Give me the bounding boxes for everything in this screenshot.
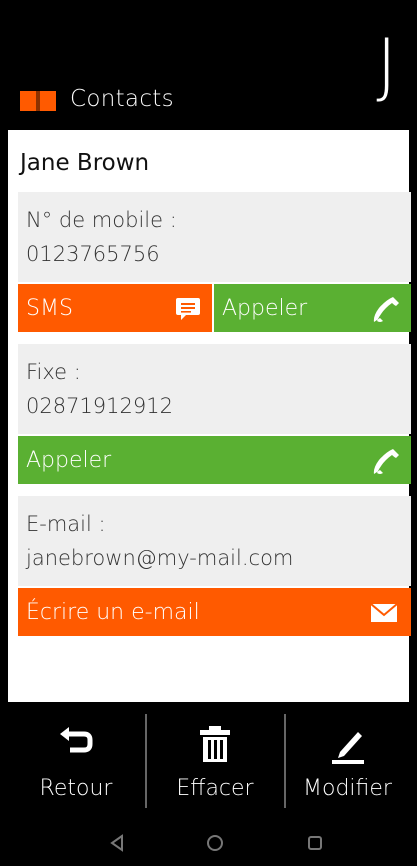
- email-block: E-mail : janebrown@my-mail.com: [18, 496, 411, 586]
- app-header: Contacts J: [8, 0, 409, 130]
- system-nav-bar: [8, 820, 409, 866]
- trash-icon: [200, 726, 230, 762]
- contact-details: Jane Brown N° de mobile : 0123765756 SMS…: [8, 130, 411, 702]
- pencil-icon: [331, 732, 364, 764]
- landline-block: Fixe : 02871912912: [18, 344, 411, 434]
- call-landline-button[interactable]: Appeler: [18, 436, 411, 484]
- sms-button[interactable]: SMS: [18, 284, 212, 332]
- email-address[interactable]: janebrown@my-mail.com: [26, 546, 293, 570]
- contact-name: Jane Brown: [20, 150, 150, 176]
- back-arrow-icon: [60, 727, 93, 753]
- mobile-number[interactable]: 0123765756: [26, 242, 160, 266]
- nav-home-icon[interactable]: [202, 830, 228, 856]
- book-icon: [20, 91, 56, 111]
- nav-recents-icon[interactable]: [302, 830, 328, 856]
- page-title: Contacts: [70, 86, 174, 112]
- phone-screen: Contacts J Jane Brown N° de mobile : 012…: [8, 0, 411, 866]
- phone-icon: [373, 297, 399, 322]
- sms-button-label: SMS: [26, 296, 73, 321]
- edit-label: Modifier: [303, 776, 392, 801]
- write-email-button[interactable]: Écrire un e-mail: [18, 588, 411, 636]
- edit-button[interactable]: Modifier: [286, 702, 409, 820]
- contact-initial: J: [376, 24, 397, 106]
- delete-button[interactable]: Effacer: [147, 702, 283, 820]
- envelope-icon: [370, 603, 398, 622]
- call-mobile-label: Appeler: [222, 296, 308, 321]
- bottom-action-bar: Retour Effacer Modifier: [8, 702, 409, 820]
- back-label: Retour: [39, 776, 113, 801]
- mobile-block: N° de mobile : 0123765756: [18, 192, 411, 282]
- call-mobile-button[interactable]: Appeler: [214, 284, 411, 332]
- write-email-label: Écrire un e-mail: [26, 600, 200, 625]
- nav-back-icon[interactable]: [104, 830, 130, 856]
- landline-number[interactable]: 02871912912: [26, 394, 173, 418]
- back-button[interactable]: Retour: [8, 702, 144, 820]
- call-landline-label: Appeler: [26, 448, 112, 473]
- phone-icon: [373, 449, 399, 474]
- landline-label: Fixe :: [26, 360, 81, 384]
- mobile-label: N° de mobile :: [26, 208, 177, 232]
- email-label: E-mail :: [26, 512, 106, 536]
- message-icon: [176, 298, 200, 320]
- delete-label: Effacer: [176, 776, 254, 801]
